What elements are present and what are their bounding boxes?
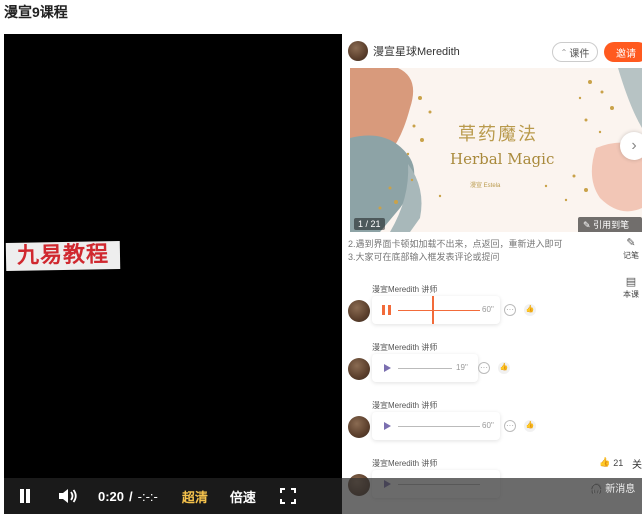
audio-duration: 60'' [482, 421, 494, 430]
voice-message[interactable]: 19'' [372, 354, 478, 382]
quality-button[interactable]: 超清 [182, 487, 208, 506]
voice-message[interactable]: 60'' [372, 296, 500, 324]
watermark: 九易教程 [5, 241, 121, 271]
more-icon[interactable]: ··· [504, 304, 516, 316]
courseware-button[interactable]: ⌃ 课件 [552, 42, 598, 62]
thumbs-up-icon[interactable]: 👍 [524, 420, 536, 432]
time-total: -:-:- [137, 488, 158, 504]
play-icon[interactable] [384, 422, 391, 430]
pause-icon[interactable] [382, 305, 391, 315]
message-author: 漫宣Meredith 讲师 [372, 459, 438, 468]
course-panel: 漫宣星球Meredith ⌃ 课件 邀请 草药魔法 Herbal Magic 漫… [342, 34, 642, 514]
headphones-icon: 🎧 [590, 484, 603, 495]
slide-subtitle: 漫宣 Estela [470, 183, 501, 189]
invite-button[interactable]: 邀请 [604, 42, 642, 62]
notice-line: 3.大家可在底部输入框发表评论或提问 [348, 252, 500, 262]
book-icon: ▤ [625, 276, 637, 288]
thumbs-up-icon[interactable]: 👍 [498, 362, 510, 374]
course-notes-button[interactable]: ▤ 本课 [620, 275, 642, 300]
pencil-icon: ✎ [583, 220, 591, 230]
list-item: 漫宣Meredith 讲师 19'' ··· 👍 [348, 342, 548, 392]
new-message-label: 新消息 [605, 484, 636, 495]
pause-icon[interactable] [18, 488, 32, 504]
slide-title-cn: 草药魔法 [458, 124, 538, 145]
time-display: 0:20 / -:-:- [98, 489, 158, 504]
pencil-icon: ✎ [626, 237, 636, 249]
slide-counter: 1 / 21 [354, 218, 385, 230]
speed-button[interactable]: 倍速 [230, 487, 256, 506]
audio-track[interactable] [398, 368, 452, 369]
more-icon[interactable]: ··· [478, 362, 490, 374]
thumbs-up-icon: 👍 [599, 457, 611, 467]
audio-duration: 60'' [482, 305, 494, 314]
play-icon[interactable] [384, 364, 391, 372]
avatar[interactable] [348, 300, 370, 322]
time-current: 0:20 [98, 488, 125, 504]
take-note-label: 记笔 [623, 251, 639, 260]
teacher-name[interactable]: 漫宣星球Meredith [373, 43, 460, 59]
time-separator: / [129, 488, 133, 504]
video-controls: 0:20 / -:-:- 超清 倍速 [4, 478, 342, 514]
slide-title-en: Herbal Magic [450, 150, 555, 168]
audio-duration: 19'' [456, 363, 468, 372]
audio-track[interactable] [398, 310, 480, 311]
avatar[interactable] [348, 416, 370, 438]
take-note-button[interactable]: ✎ 记笔 [620, 236, 642, 261]
notice-text: 2.遇到界面卡顿如加载不出来，点返回，重新进入即可 3.大家可在底部输入框发表评… [348, 238, 618, 264]
course-notes-label: 本课 [623, 290, 639, 299]
message-author: 漫宣Meredith 讲师 [372, 285, 438, 294]
message-author: 漫宣Meredith 讲师 [372, 401, 438, 410]
chevron-up-icon: ⌃ [560, 47, 568, 57]
notice-line: 2.遇到界面卡顿如加载不出来，点返回，重新进入即可 [348, 239, 563, 249]
voice-message[interactable]: 60'' [372, 412, 500, 440]
cite-note-button[interactable]: ✎ 引用到笔记 [578, 217, 642, 232]
page-title: 漫宣9课程 [4, 4, 68, 20]
audio-playhead[interactable] [432, 296, 434, 324]
audio-track[interactable] [398, 426, 480, 427]
message-author: 漫宣Meredith 讲师 [372, 343, 438, 352]
courseware-label: 课件 [569, 48, 590, 60]
courseware-slide[interactable]: 草药魔法 Herbal Magic 漫宣 Estela 1 / 21 ✎ 引用到… [350, 68, 642, 232]
chevron-right-icon[interactable]: › [620, 132, 642, 160]
avatar[interactable] [348, 41, 368, 61]
thumbs-up-icon[interactable]: 👍 [524, 304, 536, 316]
avatar[interactable] [348, 358, 370, 380]
likes-count: 21 [613, 457, 624, 468]
list-item: 漫宣Meredith 讲师 60'' ··· 👍 [348, 400, 548, 450]
fullscreen-icon[interactable] [279, 488, 296, 504]
likes-counter[interactable]: 👍 21 [596, 456, 627, 469]
new-message-button[interactable]: 🎧 新消息 [590, 480, 635, 495]
more-icon[interactable]: ··· [504, 420, 516, 432]
side-tools: ✎ 记笔 ▤ 本课 [620, 236, 642, 314]
video-player[interactable]: 九易教程 0:20 / -:-:- 超清 倍速 [4, 34, 342, 514]
follow-button[interactable]: 关 [632, 456, 642, 471]
list-item: 漫宣Meredith 讲师 60'' ··· 👍 [348, 284, 548, 334]
volume-icon[interactable] [58, 488, 78, 504]
